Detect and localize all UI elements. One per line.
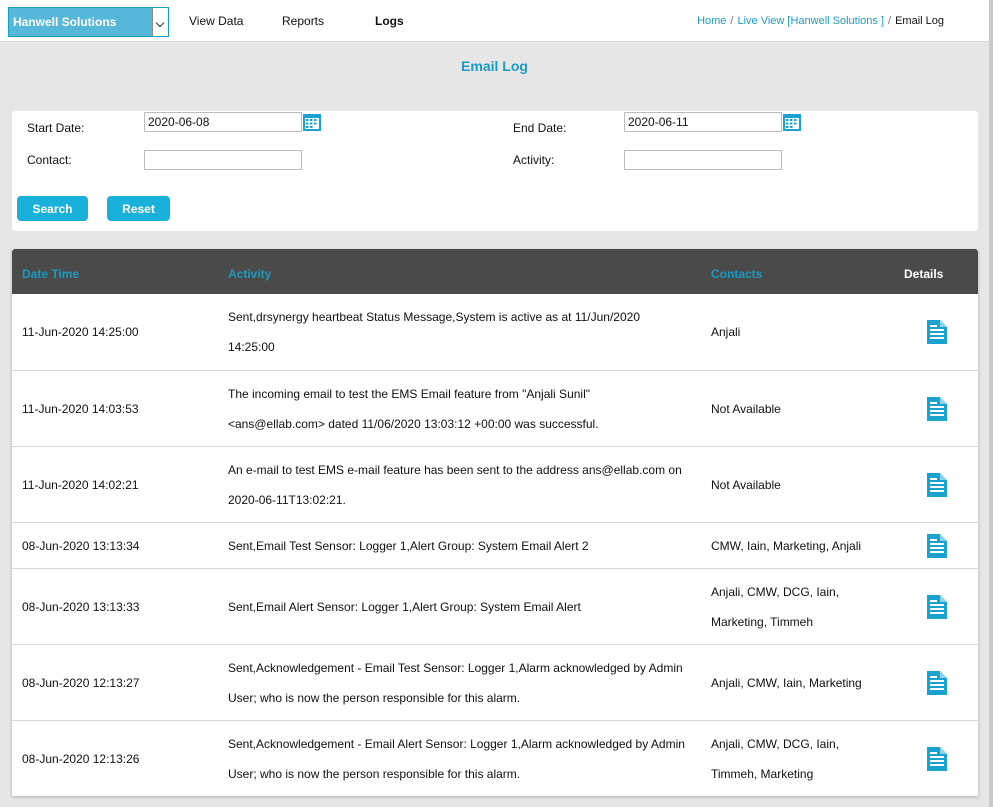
- activity-text: Sent,Email Alert Sensor: Logger 1,Alert …: [228, 599, 581, 614]
- nav-logs[interactable]: Logs: [375, 14, 404, 28]
- cell-activity: An e-mail to test EMS e-mail feature has…: [228, 447, 688, 522]
- contacts-text: Not Available: [711, 401, 781, 416]
- cell-datetime: 08-Jun-2020 12:13:26: [22, 721, 222, 796]
- cell-activity: Sent,Email Test Sensor: Logger 1,Alert G…: [228, 523, 688, 568]
- table-row: 11-Jun-2020 14:25:00 Sent,drsynergy heart…: [12, 294, 978, 370]
- cell-datetime: 11-Jun-2020 14:02:21: [22, 447, 222, 522]
- activity-input[interactable]: [624, 150, 782, 170]
- page-scrollbar[interactable]: [989, 0, 993, 807]
- cell-contacts: Not Available: [711, 371, 876, 446]
- nav-view-data[interactable]: View Data: [189, 14, 243, 28]
- top-navbar: Hanwell Solutions View Data Reports Logs…: [0, 0, 989, 42]
- document-icon[interactable]: [926, 670, 948, 696]
- document-icon[interactable]: [926, 396, 948, 422]
- search-button[interactable]: Search: [17, 196, 88, 221]
- cell-contacts: Not Available: [711, 447, 876, 522]
- datetime-text: 08-Jun-2020 12:13:26: [22, 751, 140, 766]
- activity-text: Sent,Email Test Sensor: Logger 1,Alert G…: [228, 538, 589, 553]
- cell-details: [922, 523, 952, 568]
- cell-contacts: Anjali, CMW, Iain, Marketing: [711, 645, 876, 720]
- cell-contacts: CMW, Iain, Marketing, Anjali: [711, 523, 876, 568]
- contacts-text: Anjali, CMW, Iain, Marketing: [711, 675, 862, 690]
- cell-activity: Sent,Acknowledgement - Email Alert Senso…: [228, 721, 688, 796]
- reset-button[interactable]: Reset: [107, 196, 170, 221]
- end-date-label: End Date:: [513, 121, 567, 135]
- cell-contacts: Anjali: [711, 294, 876, 370]
- document-icon[interactable]: [926, 472, 948, 498]
- table-row: 08-Jun-2020 13:13:33 Sent,Email Alert Sen…: [12, 568, 978, 644]
- contact-label: Contact:: [27, 153, 72, 167]
- datetime-text: 08-Jun-2020 13:13:34: [22, 538, 140, 553]
- contacts-text: Anjali, CMW, DCG, Iain, Timmeh, Marketin…: [711, 736, 840, 781]
- cell-details: [922, 645, 952, 720]
- datetime-text: 08-Jun-2020 12:13:27: [22, 675, 140, 690]
- contacts-text: Not Available: [711, 477, 781, 492]
- document-icon[interactable]: [926, 319, 948, 345]
- column-header-contacts[interactable]: Contacts: [711, 267, 762, 281]
- cell-details: [922, 721, 952, 796]
- table-header: Date Time Activity Contacts Details: [12, 249, 978, 294]
- calendar-icon[interactable]: [302, 112, 322, 132]
- chevron-down-icon[interactable]: [152, 8, 168, 36]
- table-row: 08-Jun-2020 13:13:34 Sent,Email Test Sens…: [12, 522, 978, 568]
- cell-datetime: 08-Jun-2020 13:13:34: [22, 523, 222, 568]
- document-icon[interactable]: [926, 594, 948, 620]
- column-header-activity[interactable]: Activity: [228, 267, 271, 281]
- cell-datetime: 08-Jun-2020 12:13:27: [22, 645, 222, 720]
- table-body: 11-Jun-2020 14:25:00 Sent,drsynergy heart…: [12, 294, 978, 796]
- cell-datetime: 08-Jun-2020 13:13:33: [22, 569, 222, 644]
- page-title: Email Log: [461, 58, 528, 74]
- activity-label: Activity:: [513, 153, 555, 167]
- datetime-text: 08-Jun-2020 13:13:33: [22, 599, 140, 614]
- table-row: 11-Jun-2020 14:03:53 The incoming email t…: [12, 370, 978, 446]
- cell-activity: Sent,Acknowledgement - Email Test Sensor…: [228, 645, 688, 720]
- column-header-datetime[interactable]: Date Time: [22, 267, 79, 281]
- contacts-text: CMW, Iain, Marketing, Anjali: [711, 538, 862, 553]
- breadcrumb-live-view[interactable]: Live View [Hanwell Solutions ]: [737, 15, 884, 27]
- cell-details: [922, 371, 952, 446]
- email-log-table: Date Time Activity Contacts Details 11-J…: [12, 249, 978, 796]
- cell-contacts: Anjali, CMW, DCG, Iain, Marketing, Timme…: [711, 569, 876, 644]
- breadcrumb-separator: /: [888, 15, 892, 27]
- cell-details: [922, 447, 952, 522]
- start-date-input[interactable]: [144, 112, 302, 132]
- table-row: 11-Jun-2020 14:02:21 An e-mail to test EM…: [12, 446, 978, 522]
- activity-text: Sent,Acknowledgement - Email Alert Senso…: [228, 736, 685, 781]
- breadcrumb-separator: /: [730, 15, 734, 27]
- start-date-label: Start Date:: [27, 121, 85, 135]
- filter-panel: Start Date: End Date: Contact: Activity:…: [12, 111, 978, 231]
- breadcrumb-home[interactable]: Home: [697, 15, 726, 27]
- activity-text: The incoming email to test the EMS Email…: [228, 386, 599, 431]
- contacts-text: Anjali, CMW, DCG, Iain, Marketing, Timme…: [711, 584, 840, 629]
- activity-text: Sent,drsynergy heartbeat Status Message,…: [228, 310, 641, 354]
- cell-activity: Sent,Email Alert Sensor: Logger 1,Alert …: [228, 569, 688, 644]
- end-date-input[interactable]: [624, 112, 782, 132]
- nav-reports[interactable]: Reports: [282, 14, 324, 28]
- datetime-text: 11-Jun-2020 14:25:00: [22, 325, 139, 339]
- datetime-text: 11-Jun-2020 14:03:53: [22, 401, 139, 416]
- contacts-text: Anjali: [711, 325, 741, 339]
- activity-text: Sent,Acknowledgement - Email Test Sensor…: [228, 660, 683, 705]
- organization-select[interactable]: Hanwell Solutions: [8, 7, 169, 37]
- cell-activity: The incoming email to test the EMS Email…: [228, 371, 688, 446]
- cell-datetime: 11-Jun-2020 14:25:00: [22, 294, 222, 370]
- breadcrumb: Home / Live View [Hanwell Solutions ] / Emai…: [697, 15, 944, 27]
- datetime-text: 11-Jun-2020 14:02:21: [22, 477, 139, 492]
- activity-text: An e-mail to test EMS e-mail feature has…: [228, 462, 682, 507]
- cell-activity: Sent,drsynergy heartbeat Status Message,…: [228, 294, 688, 370]
- contact-input[interactable]: [144, 150, 302, 170]
- breadcrumb-current: Email Log: [895, 15, 944, 27]
- document-icon[interactable]: [926, 746, 948, 772]
- cell-details: [922, 569, 952, 644]
- cell-contacts: Anjali, CMW, DCG, Iain, Timmeh, Marketin…: [711, 721, 876, 796]
- table-row: 08-Jun-2020 12:13:26 Sent,Acknowledgement…: [12, 720, 978, 796]
- cell-details: [922, 294, 952, 370]
- table-row: 08-Jun-2020 12:13:27 Sent,Acknowledgement…: [12, 644, 978, 720]
- calendar-icon[interactable]: [782, 112, 802, 132]
- document-icon[interactable]: [926, 533, 948, 559]
- organization-select-value: Hanwell Solutions: [13, 15, 117, 29]
- column-header-details: Details: [904, 267, 944, 281]
- cell-datetime: 11-Jun-2020 14:03:53: [22, 371, 222, 446]
